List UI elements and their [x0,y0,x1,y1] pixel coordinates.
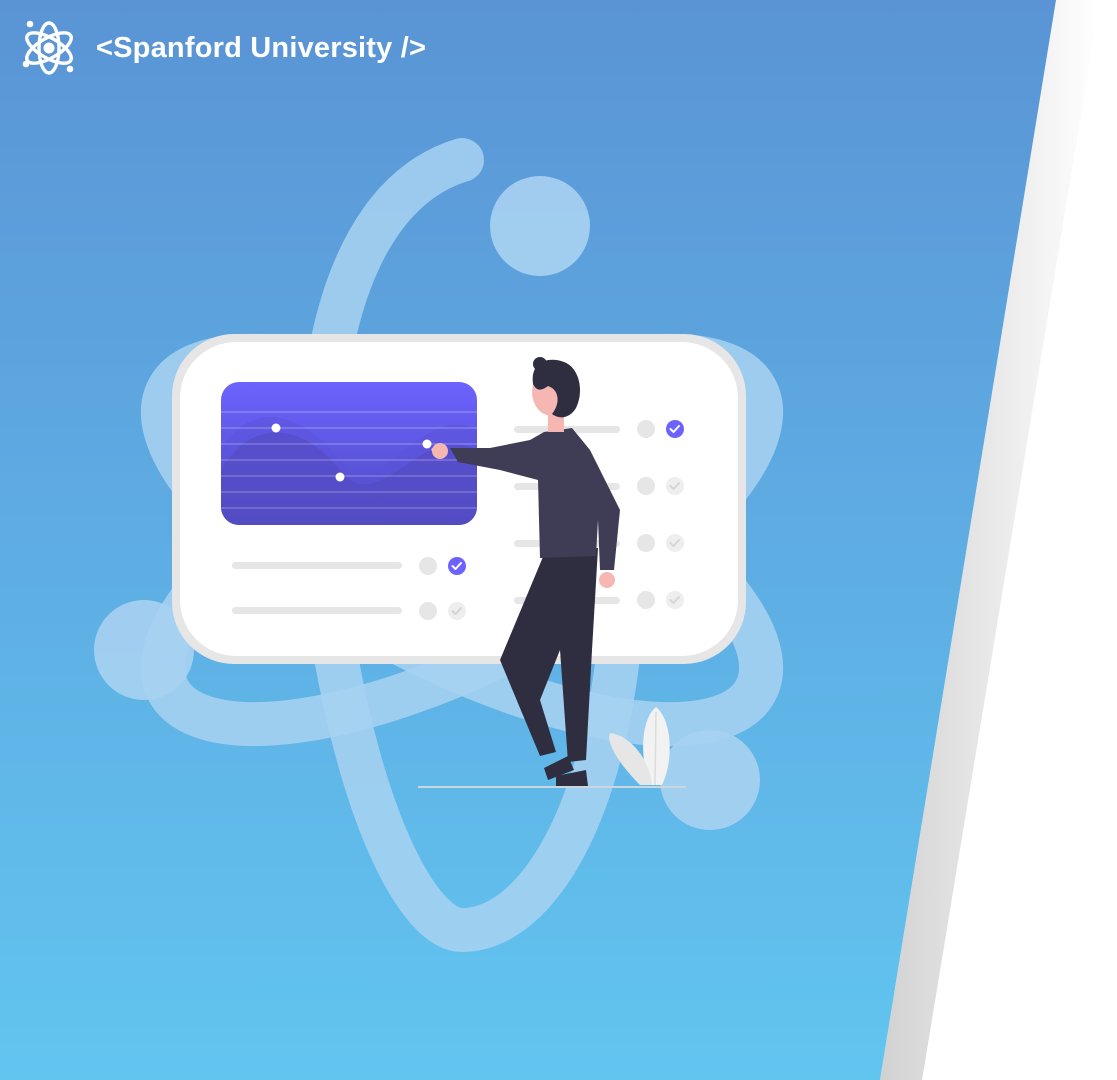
atom-icon[interactable] [20,18,78,78]
brand-name[interactable]: <Spanford University /> [96,33,426,63]
brand-header: <Spanford University /> [20,18,426,78]
hero-illustration [94,138,784,953]
login-page-hero: <Spanford University /> [0,0,1117,1080]
